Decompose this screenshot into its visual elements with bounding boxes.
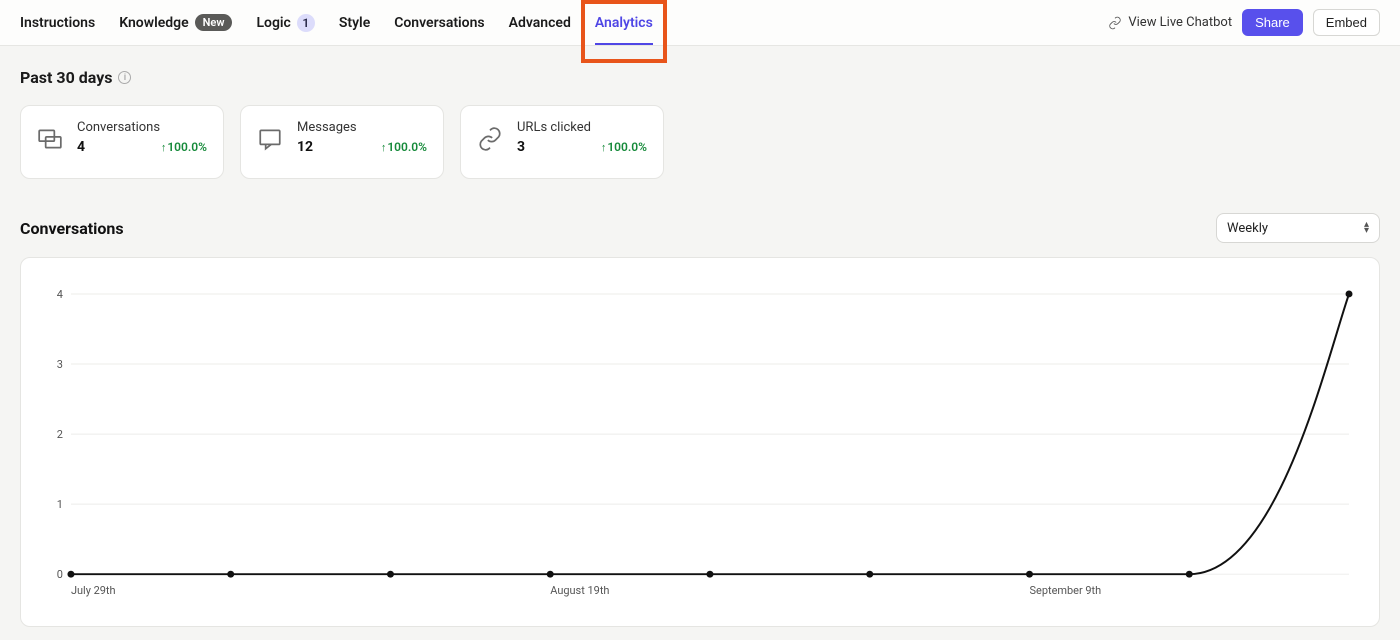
stat-delta-value: 100.0% <box>387 140 427 154</box>
messages-icon <box>257 126 283 152</box>
stat-card-conversations: Conversations 4 ↑ 100.0% <box>20 105 224 179</box>
tab-label: Analytics <box>595 15 653 31</box>
svg-text:2: 2 <box>57 428 63 441</box>
stat-delta: ↑ 100.0% <box>161 140 207 154</box>
svg-text:September 9th: September 9th <box>1030 584 1102 597</box>
tab-label: Instructions <box>20 15 95 31</box>
tab-label: Knowledge <box>119 15 188 31</box>
tab-knowledge[interactable]: Knowledge New <box>119 0 232 45</box>
arrow-up-icon: ↑ <box>381 141 387 154</box>
summary-heading: Past 30 days i <box>20 68 1380 87</box>
tab-label: Style <box>339 15 370 31</box>
tab-conversations[interactable]: Conversations <box>394 0 484 45</box>
stat-card-messages: Messages 12 ↑ 100.0% <box>240 105 444 179</box>
content: Past 30 days i Conversations 4 ↑ 100.0% <box>0 46 1400 627</box>
top-nav: Instructions Knowledge New Logic 1 Style… <box>0 0 1400 46</box>
stat-label: Conversations <box>77 120 207 135</box>
stat-delta-value: 100.0% <box>607 140 647 154</box>
stat-value: 3 <box>517 139 525 155</box>
stat-value: 4 <box>77 139 85 155</box>
tabs-container: Instructions Knowledge New Logic 1 Style… <box>20 0 653 45</box>
topbar-actions: View Live Chatbot Share Embed <box>1108 9 1380 36</box>
stat-label: URLs clicked <box>517 120 647 135</box>
chart-title: Conversations <box>20 219 124 238</box>
granularity-value: Weekly <box>1227 221 1268 236</box>
stats-row: Conversations 4 ↑ 100.0% Messages 12 <box>20 105 1380 179</box>
count-badge: 1 <box>297 14 315 32</box>
svg-text:August 19th: August 19th <box>550 584 609 597</box>
info-icon[interactable]: i <box>118 71 131 84</box>
granularity-select[interactable]: Weekly ▴▾ <box>1216 213 1380 243</box>
chart-card: 0 1 2 3 4 July 29th August 19th September 9th <box>20 257 1380 627</box>
tab-analytics[interactable]: Analytics <box>595 0 653 45</box>
view-live-label: View Live Chatbot <box>1128 15 1232 30</box>
tab-style[interactable]: Style <box>339 0 370 45</box>
url-icon <box>477 126 503 152</box>
tab-label: Conversations <box>394 15 484 31</box>
tab-label: Advanced <box>509 15 571 31</box>
svg-text:1: 1 <box>57 498 63 511</box>
summary-heading-text: Past 30 days <box>20 68 112 87</box>
tab-instructions[interactable]: Instructions <box>20 0 95 45</box>
svg-text:July 29th: July 29th <box>71 584 116 597</box>
view-live-chatbot-link[interactable]: View Live Chatbot <box>1108 15 1232 30</box>
arrow-up-icon: ↑ <box>601 141 607 154</box>
embed-button[interactable]: Embed <box>1313 9 1380 36</box>
tab-logic[interactable]: Logic 1 <box>256 0 314 45</box>
svg-text:4: 4 <box>57 288 63 301</box>
stat-delta-value: 100.0% <box>167 140 207 154</box>
link-icon <box>1108 16 1122 30</box>
tab-advanced[interactable]: Advanced <box>509 0 571 45</box>
chevron-updown-icon: ▴▾ <box>1364 222 1369 234</box>
share-button[interactable]: Share <box>1242 9 1303 36</box>
tab-label: Logic <box>256 15 290 31</box>
new-badge: New <box>195 14 233 31</box>
svg-text:3: 3 <box>57 358 63 371</box>
stat-value: 12 <box>297 139 313 155</box>
stat-card-urls: URLs clicked 3 ↑ 100.0% <box>460 105 664 179</box>
conversations-chart: 0 1 2 3 4 July 29th August 19th September 9th <box>41 286 1359 604</box>
arrow-up-icon: ↑ <box>161 141 167 154</box>
chart-header: Conversations Weekly ▴▾ <box>20 213 1380 243</box>
svg-text:0: 0 <box>57 568 63 581</box>
conversations-icon <box>37 126 63 152</box>
stat-delta: ↑ 100.0% <box>601 140 647 154</box>
stat-label: Messages <box>297 120 427 135</box>
stat-delta: ↑ 100.0% <box>381 140 427 154</box>
